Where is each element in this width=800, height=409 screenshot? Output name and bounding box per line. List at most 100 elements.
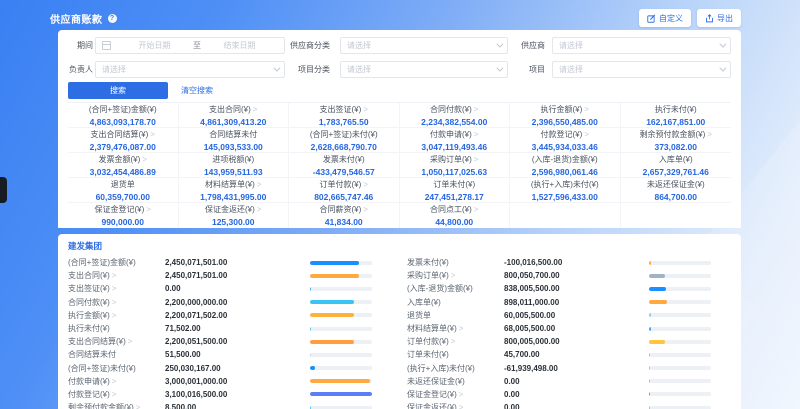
stat-card[interactable]: 保证金登记(¥)>990,000.00 bbox=[68, 203, 179, 228]
stat-card[interactable]: 剩余预付款金额(¥)>373,082.00 bbox=[621, 128, 732, 153]
metric-label[interactable]: 采购订单(¥)> bbox=[407, 270, 504, 281]
supplier-select[interactable]: 请选择 bbox=[552, 37, 731, 54]
customize-button[interactable]: 自定义 bbox=[639, 9, 691, 27]
range-separator: 至 bbox=[193, 40, 201, 51]
clear-search-link[interactable]: 清空搜索 bbox=[181, 82, 213, 99]
stat-card-empty bbox=[621, 203, 732, 228]
drilldown-chevron-icon: > bbox=[253, 105, 258, 114]
metric-bar bbox=[649, 274, 711, 278]
stat-label: 合同结算未付 bbox=[209, 129, 257, 140]
stat-card: (执行+入库)未付(¥)1,527,596,433.00 bbox=[510, 178, 621, 203]
metric-label: 退货单 bbox=[407, 310, 504, 321]
stat-label: 剩余预付款金额(¥)> bbox=[640, 129, 712, 140]
stat-card[interactable]: 发票金额(¥)>3,032,454,486.89 bbox=[68, 153, 179, 178]
metric-bar bbox=[649, 406, 711, 409]
company-name-link[interactable]: 建发集团 bbox=[68, 240, 741, 252]
owner-select[interactable]: 请选择 bbox=[95, 61, 285, 78]
metric-row: 退货单60,005,500.00 bbox=[407, 309, 711, 322]
metric-label[interactable]: 付款登记(¥)> bbox=[68, 389, 165, 400]
stat-card[interactable]: 保证金返还(¥)>125,300.00 bbox=[179, 203, 290, 228]
export-button-label: 导出 bbox=[717, 13, 733, 24]
metric-bar-fill bbox=[649, 406, 650, 409]
date-range-input[interactable]: 开始日期 至 结束日期 bbox=[95, 37, 285, 54]
metric-label[interactable]: 材料结算单(¥)> bbox=[407, 323, 504, 334]
stat-card[interactable]: 执行金额(¥)>2,396,550,485.00 bbox=[510, 103, 621, 128]
drilldown-chevron-icon: > bbox=[128, 337, 133, 346]
metric-label[interactable]: 剩余预付款金额(¥)> bbox=[68, 402, 165, 409]
metric-bar-fill bbox=[310, 287, 311, 291]
search-button[interactable]: 搜索 bbox=[68, 82, 168, 99]
drilldown-chevron-icon: > bbox=[112, 284, 117, 293]
stat-card[interactable]: 支出合同结算(¥)> 2,379,476,087.00 bbox=[68, 128, 179, 153]
stat-value: 2,596,980,061.46 bbox=[532, 167, 598, 177]
project-category-select[interactable]: 请选择 bbox=[340, 61, 508, 78]
stat-card[interactable]: 付款申请(¥)>3,047,119,493.46 bbox=[400, 128, 511, 153]
stat-label: 未返还保证金(¥) bbox=[647, 179, 705, 190]
metric-row: 付款登记(¥)>3,100,016,500.00 bbox=[68, 388, 372, 401]
stat-value: 125,300.00 bbox=[212, 217, 255, 227]
metric-bar-fill bbox=[310, 327, 311, 331]
stat-card[interactable]: 合同点工(¥)>44,800.00 bbox=[400, 203, 511, 228]
stat-card[interactable]: 合同付款(¥)>2,234,382,554.00 bbox=[400, 103, 511, 128]
metric-row: 执行未付(¥)71,502.00 bbox=[68, 322, 372, 335]
metric-bar bbox=[310, 300, 372, 304]
supplier-category-select[interactable]: 请选择 bbox=[340, 37, 508, 54]
stat-card: 未返还保证金(¥)864,700.00 bbox=[621, 178, 732, 203]
drilldown-chevron-icon: > bbox=[136, 403, 141, 409]
metric-label: 发票未付(¥) bbox=[407, 257, 504, 268]
project-select[interactable]: 请选择 bbox=[552, 61, 731, 78]
stat-label: 支出合同结算(¥)> bbox=[91, 129, 155, 140]
drilldown-chevron-icon: > bbox=[459, 324, 464, 333]
stat-card[interactable]: 采购订单(¥)>1,050,117,025.63 bbox=[400, 153, 511, 178]
stat-value: 44,800.00 bbox=[435, 217, 473, 227]
title-wrap: 供应商账款 ? bbox=[50, 11, 117, 26]
stat-value: 162,167,851.00 bbox=[646, 117, 705, 127]
project-category-label: 项目分类 bbox=[270, 61, 330, 78]
help-icon[interactable]: ? bbox=[108, 14, 117, 23]
metric-row: (入库-退货)金额(¥)838,005,500.00 bbox=[407, 282, 711, 295]
metric-bar-fill bbox=[649, 366, 650, 370]
export-button[interactable]: 导出 bbox=[697, 9, 741, 27]
stat-card[interactable]: 付款登记(¥)>3,445,934,033.46 bbox=[510, 128, 621, 153]
metric-bar-fill bbox=[649, 327, 651, 331]
metric-bar bbox=[310, 313, 372, 317]
stat-value: 143,959,511.93 bbox=[204, 167, 263, 177]
stat-card[interactable]: 订单付款(¥)>802,665,747.46 bbox=[289, 178, 400, 203]
metric-label: (执行+入库)未付(¥) bbox=[407, 363, 504, 374]
metric-value: 2,200,000,000.00 bbox=[165, 298, 310, 307]
metric-label[interactable]: 保证金返还(¥)> bbox=[407, 402, 504, 409]
stat-card[interactable]: 合同薪资(¥)>41,834.00 bbox=[289, 203, 400, 228]
metric-value: 838,005,500.00 bbox=[504, 284, 649, 293]
metric-label[interactable]: 支出合同结算(¥)> bbox=[68, 336, 165, 347]
stat-label: 执行未付(¥) bbox=[655, 104, 697, 115]
metric-label: (入库-退货)金额(¥) bbox=[407, 283, 504, 294]
metric-row: 支出合同结算(¥)>2,200,051,500.00 bbox=[68, 335, 372, 348]
metric-label[interactable]: 支出合同(¥)> bbox=[68, 270, 165, 281]
drilldown-chevron-icon: > bbox=[363, 205, 368, 214]
metric-bar-fill bbox=[649, 300, 667, 304]
metric-label[interactable]: 执行金额(¥)> bbox=[68, 310, 165, 321]
metric-row: 合同付款(¥)>2,200,000,000.00 bbox=[68, 296, 372, 309]
metric-label[interactable]: 合同付款(¥)> bbox=[68, 297, 165, 308]
metric-bar bbox=[649, 340, 711, 344]
stat-label: 发票金额(¥)> bbox=[99, 154, 147, 165]
metric-label[interactable]: 保证金登记(¥)> bbox=[407, 389, 504, 400]
metric-label[interactable]: 支出签证(¥)> bbox=[68, 283, 165, 294]
metric-label[interactable]: 订单付款(¥)> bbox=[407, 336, 504, 347]
metric-row: 合同结算未付51,500.00 bbox=[68, 348, 372, 361]
metric-value: 0.00 bbox=[165, 284, 310, 293]
stat-card[interactable]: 材料结算单(¥)>1,798,431,995.00 bbox=[179, 178, 290, 203]
stat-label: (入库-退货)金额(¥) bbox=[532, 154, 598, 165]
metric-label: 未返还保证金(¥) bbox=[407, 376, 504, 387]
metric-label[interactable]: 付款申请(¥)> bbox=[68, 376, 165, 387]
stat-card[interactable]: 支出签证(¥)>1,783,765.50 bbox=[289, 103, 400, 128]
metric-value: 0.00 bbox=[504, 377, 649, 386]
metric-row: 支出签证(¥)>0.00 bbox=[68, 282, 372, 295]
sidebar-collapse-handle[interactable] bbox=[0, 177, 7, 203]
stat-card: 发票未付(¥)-433,479,546.57 bbox=[289, 153, 400, 178]
stat-label: 采购订单(¥)> bbox=[430, 154, 478, 165]
metric-row: (执行+入库)未付(¥)-61,939,498.00 bbox=[407, 362, 711, 375]
stat-value: 2,379,476,087.00 bbox=[90, 142, 156, 152]
stat-card[interactable]: 支出合同(¥)>4,861,309,413.20 bbox=[179, 103, 290, 128]
end-date-placeholder: 结束日期 bbox=[201, 40, 278, 51]
